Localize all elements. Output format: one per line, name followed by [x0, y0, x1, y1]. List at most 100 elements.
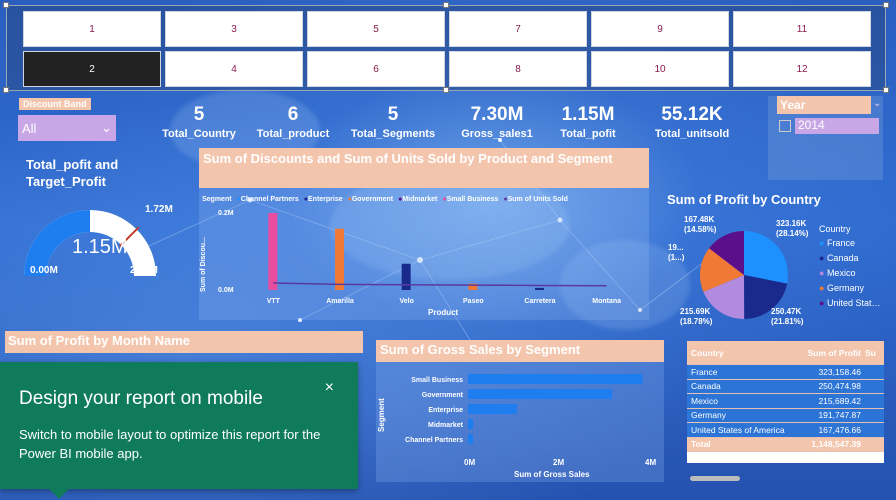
close-icon[interactable]: × — [325, 379, 334, 397]
y-axis-label: Sum of Discou... — [200, 237, 207, 292]
table-cell: Mexico — [691, 395, 718, 406]
table-scrollbar[interactable] — [690, 476, 740, 481]
legend-item[interactable]: ● Mexico — [819, 268, 885, 278]
kpi-label: Total_Segments — [350, 128, 436, 140]
kpi-card: 6 Total_product — [253, 104, 333, 140]
units-sold-line — [273, 282, 607, 287]
column-header[interactable]: Sum of Profit — [791, 348, 865, 358]
table-cell: 323,158.46 — [818, 366, 861, 377]
month-button[interactable]: 1 — [23, 11, 161, 47]
discount-band-value: All — [22, 120, 37, 136]
table-cell: Germany — [691, 410, 726, 421]
kpi-label: Total_product — [256, 128, 330, 140]
x-tick-label: Velo — [399, 298, 413, 305]
legend-item[interactable]: ●Midmarket — [398, 196, 437, 203]
column-header[interactable]: Country — [687, 348, 791, 358]
kpi-value: 7.30M — [470, 104, 524, 125]
month-button[interactable]: 9 — [591, 11, 729, 47]
discounts-chart-title: Sum of Discounts and Sum of Units Sold b… — [199, 148, 649, 188]
legend-label: Channel Partners — [240, 196, 299, 203]
chevron-down-icon[interactable]: ⌄ — [873, 98, 881, 109]
legend-label: Mexico — [826, 268, 856, 278]
toast-title: Design your report on mobile — [19, 388, 263, 409]
pie-legend-items: ● France ● Canada ● Mexico ● Germany ● Unite… — [819, 238, 885, 308]
x-tick-label: Paseo — [463, 298, 484, 305]
table-cell: 167,476.66 — [818, 424, 861, 435]
month-button[interactable]: 5 — [307, 11, 445, 47]
kpi-label: Gross_sales1 — [461, 128, 533, 140]
legend-item[interactable]: ●Government — [348, 196, 393, 203]
resize-handle[interactable] — [443, 2, 449, 8]
gauge-min-label: 0.00M — [30, 265, 58, 276]
legend-item[interactable]: ●Channel Partners — [237, 196, 299, 203]
legend-item[interactable]: ● Canada — [819, 253, 885, 263]
month-button[interactable]: 11 — [733, 11, 871, 47]
column-header[interactable]: Su — [865, 348, 883, 358]
discount-band-label: Discount Band — [19, 98, 91, 110]
gauge-value: 1.15M — [72, 236, 128, 258]
legend-dot-icon: ● — [819, 253, 827, 263]
mobile-layout-toast: × Design your report on mobile Switch to… — [0, 362, 358, 499]
resize-handle[interactable] — [883, 87, 889, 93]
pie-data-label: 19... (1...) — [668, 243, 685, 262]
month-button[interactable]: 10 — [591, 51, 729, 87]
legend-dot-icon: ● — [819, 268, 827, 278]
y-tick-label: Small Business — [411, 377, 463, 384]
kpi-value: 5 — [387, 104, 399, 125]
month-button-selected[interactable]: 2 — [23, 51, 161, 87]
year-label: Year — [777, 96, 871, 114]
resize-handle[interactable] — [3, 87, 9, 93]
legend-item[interactable]: ● Germany — [819, 283, 885, 293]
legend-item[interactable]: ● United States of America — [819, 298, 885, 308]
table-row[interactable]: France 323,158.46 — [687, 365, 884, 380]
month-button[interactable]: 6 — [307, 51, 445, 87]
month-button[interactable]: 7 — [449, 11, 587, 47]
y-tick-label: Government — [422, 392, 464, 399]
chevron-down-icon: ⌄ — [101, 120, 112, 135]
kpi-card: 5 Total_Country — [160, 104, 238, 140]
kpi-label: Total_pofit — [560, 128, 616, 140]
month-button[interactable]: 8 — [449, 51, 587, 87]
gauge-title-line: Total_pofit and — [26, 157, 119, 172]
kpi-value: 5 — [193, 104, 205, 125]
legend-item[interactable]: ●Small Business — [442, 196, 498, 203]
table-total-row: Total 1,148,547.39 — [687, 437, 884, 452]
year-option[interactable]: 2014 — [795, 118, 879, 134]
table-row[interactable]: United States of America 167,476.66 — [687, 423, 884, 438]
year-checkbox[interactable] — [779, 120, 791, 132]
legend-item[interactable]: ●Sum of Units Sold — [503, 196, 568, 203]
gauge-max-label: 2.30M — [130, 265, 158, 276]
resize-handle[interactable] — [3, 2, 9, 8]
legend-item[interactable]: ●Enterprise — [304, 196, 343, 203]
legend-label: Small Business — [446, 196, 499, 203]
x-tick-label: Amarilla — [326, 298, 354, 305]
discount-band-dropdown[interactable]: All ⌄ — [18, 115, 116, 141]
legend-dot-icon: ● — [819, 283, 827, 293]
bar — [468, 389, 613, 399]
resize-handle[interactable] — [883, 2, 889, 8]
legend-label: United States of America — [826, 298, 885, 308]
bar — [468, 434, 473, 444]
pie-data-label: 215.69K (18.78%) — [680, 307, 713, 326]
resize-handle[interactable] — [443, 87, 449, 93]
month-button[interactable]: 4 — [165, 51, 303, 87]
x-tick-label: 4M — [645, 458, 657, 467]
legend-dot-icon: ● — [819, 298, 827, 308]
x-axis-label: Sum of Gross Sales — [514, 470, 590, 479]
table-cell: United States of America — [691, 424, 785, 435]
kpi-card: 1.15M Total_pofit — [553, 104, 623, 140]
x-tick-label: Carretera — [524, 298, 555, 305]
table-row[interactable]: Germany 191,747.87 — [687, 408, 884, 423]
month-button[interactable]: 3 — [165, 11, 303, 47]
legend-label: France — [826, 238, 855, 248]
table-cell: 250,474.98 — [818, 381, 861, 392]
pie-legend: Country ● France ● Canada ● Mexico ● German… — [819, 224, 885, 313]
table-row[interactable]: Canada 250,474.98 — [687, 379, 884, 394]
toast-body: Switch to mobile layout to optimize this… — [19, 427, 321, 461]
month-button[interactable]: 12 — [733, 51, 871, 87]
legend-item[interactable]: ● France — [819, 238, 885, 248]
pie-data-label: 167.48K (14.58%) — [684, 215, 717, 234]
discounts-legend: Segment ●Channel Partners ●Enterprise ●G… — [202, 196, 568, 203]
table-row[interactable]: Mexico 215,689.42 — [687, 394, 884, 409]
legend-dot-icon: ● — [819, 238, 827, 248]
